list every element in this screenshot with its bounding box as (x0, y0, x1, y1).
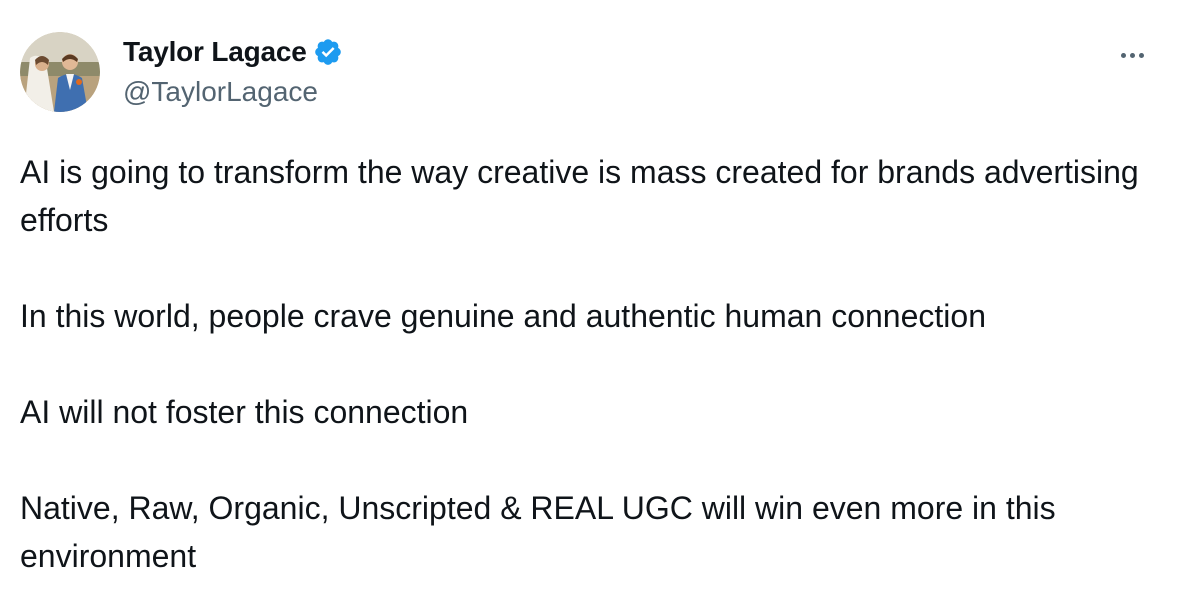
tweet-text: AI is going to transform the way creativ… (20, 148, 1170, 580)
avatar-photo (20, 32, 100, 112)
tweet-header: Taylor Lagace @TaylorLagace (20, 32, 1162, 112)
tweet-paragraph: In this world, people crave genuine and … (20, 298, 986, 334)
tweet-paragraph: AI will not foster this connection (20, 394, 469, 430)
author-names: Taylor Lagace @TaylorLagace (123, 32, 343, 112)
author-name-row[interactable]: Taylor Lagace (123, 32, 343, 72)
author-handle[interactable]: @TaylorLagace (123, 72, 343, 112)
more-dot-icon (1120, 52, 1126, 58)
tweet-paragraph: AI is going to transform the way creativ… (20, 154, 1139, 238)
tweet-card: Taylor Lagace @TaylorLagace AI is going … (0, 0, 1182, 592)
more-dot-icon (1129, 52, 1135, 58)
tweet-paragraph: Native, Raw, Organic, Unscripted & REAL … (20, 490, 1056, 574)
more-dot-icon (1138, 52, 1144, 58)
avatar[interactable] (20, 32, 100, 112)
more-options-button[interactable] (1112, 40, 1152, 70)
verified-badge-icon[interactable] (313, 37, 343, 67)
author-display-name[interactable]: Taylor Lagace (123, 32, 307, 72)
